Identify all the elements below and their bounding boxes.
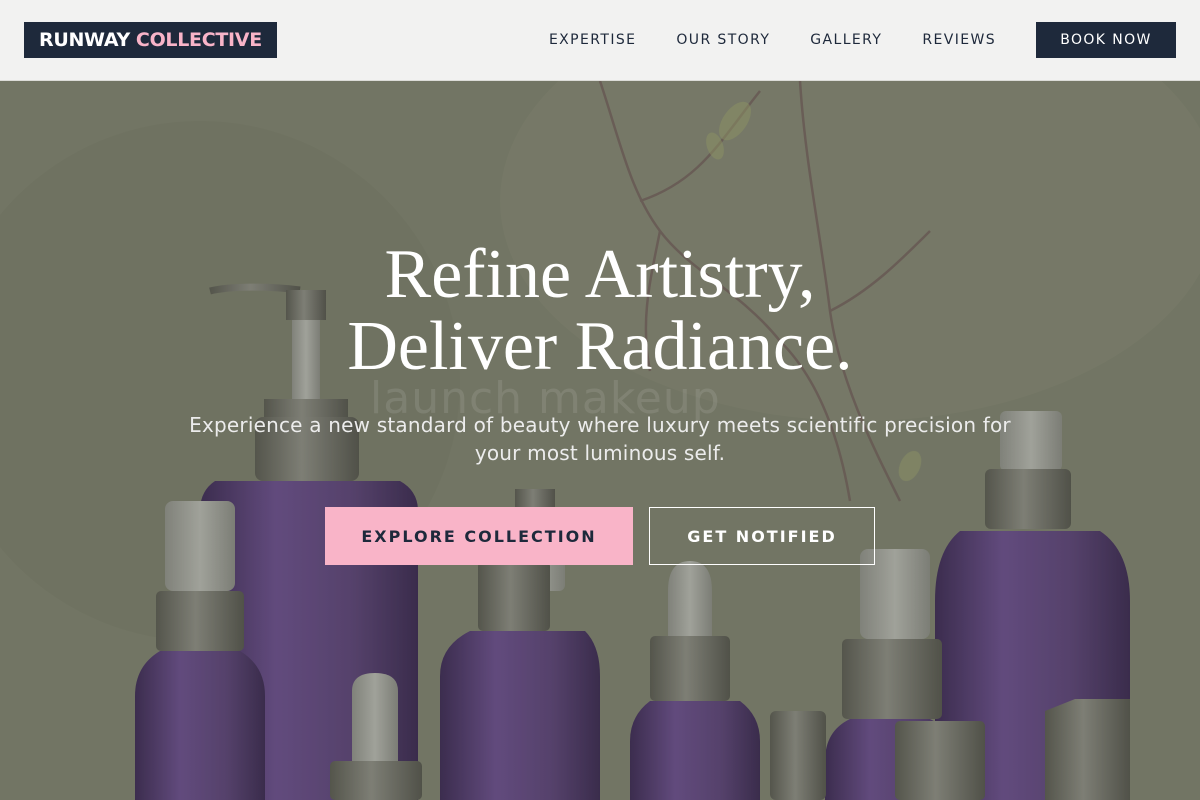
hero-content: Refine Artistry, Deliver Radiance. Exper…: [0, 239, 1200, 565]
get-notified-button[interactable]: GET NOTIFIED: [649, 507, 875, 565]
nav-link-our-story[interactable]: OUR STORY: [676, 32, 770, 48]
nav-link-reviews[interactable]: REVIEWS: [922, 32, 996, 48]
top-navigation-bar: RUNWAY COLLECTIVE EXPERTISE OUR STORY GA…: [0, 0, 1200, 81]
book-now-button[interactable]: BOOK NOW: [1036, 22, 1176, 58]
hero-title-line-2: Deliver Radiance.: [347, 308, 853, 385]
brand-name-accent: COLLECTIVE: [135, 29, 262, 51]
brand-name-primary: RUNWAY: [39, 29, 130, 51]
nav-link-expertise[interactable]: EXPERTISE: [549, 32, 636, 48]
nav-link-gallery[interactable]: GALLERY: [810, 32, 882, 48]
hero-title: Refine Artistry, Deliver Radiance.: [0, 239, 1200, 383]
hero-actions: EXPLORE COLLECTION GET NOTIFIED: [0, 507, 1200, 565]
hero-section: launch makeup Refine Artistry, Deliver R…: [0, 81, 1200, 800]
brand-logo[interactable]: RUNWAY COLLECTIVE: [24, 22, 277, 58]
explore-collection-button[interactable]: EXPLORE COLLECTION: [325, 507, 633, 565]
hero-title-line-1: Refine Artistry,: [384, 236, 816, 313]
hero-subtitle: Experience a new standard of beauty wher…: [189, 413, 1011, 465]
nav-links: EXPERTISE OUR STORY GALLERY REVIEWS BOOK…: [549, 22, 1176, 58]
